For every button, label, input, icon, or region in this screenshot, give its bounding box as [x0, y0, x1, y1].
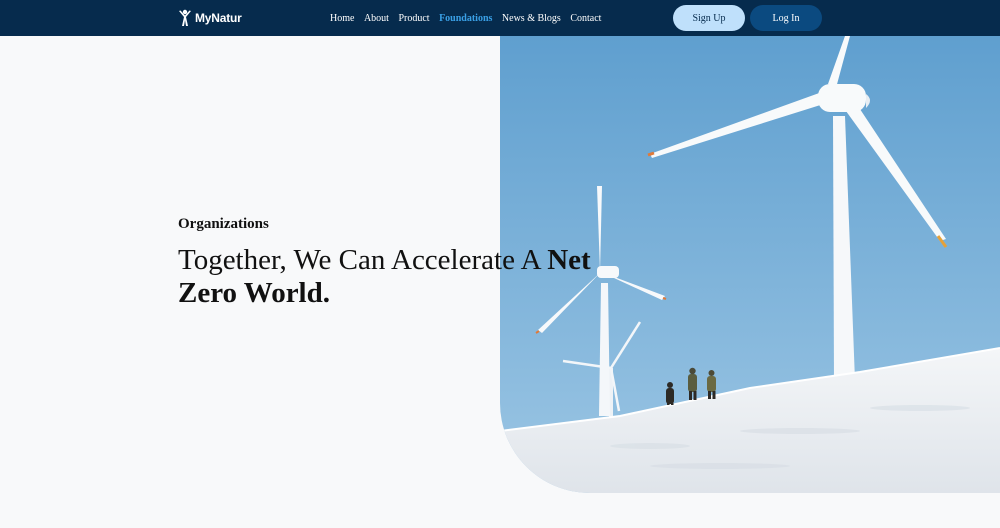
hero-headline: Together, We Can Accelerate A Net Zero W… [178, 244, 598, 310]
nav-link-home[interactable]: Home [330, 13, 354, 24]
hero-eyebrow: Organizations [178, 216, 269, 232]
nav-link-about[interactable]: About [364, 13, 389, 24]
brand-logo[interactable]: MyNatur [177, 8, 242, 28]
top-navbar: MyNatur Home About Product Foundations N… [0, 0, 1000, 36]
log-in-button[interactable]: Log In [750, 5, 822, 31]
brand-name: MyNatur [195, 11, 242, 25]
nav-link-foundations[interactable]: Foundations [439, 13, 492, 24]
nav-link-product[interactable]: Product [398, 13, 429, 24]
tree-person-icon [179, 9, 191, 26]
headline-regular: Together, We Can Accelerate A [178, 244, 548, 276]
nav-link-news-blogs[interactable]: News & Blogs [502, 13, 561, 24]
main-nav: Home About Product Foundations News & Bl… [330, 0, 611, 36]
sign-up-button[interactable]: Sign Up [673, 5, 745, 31]
nav-link-contact[interactable]: Contact [570, 13, 601, 24]
